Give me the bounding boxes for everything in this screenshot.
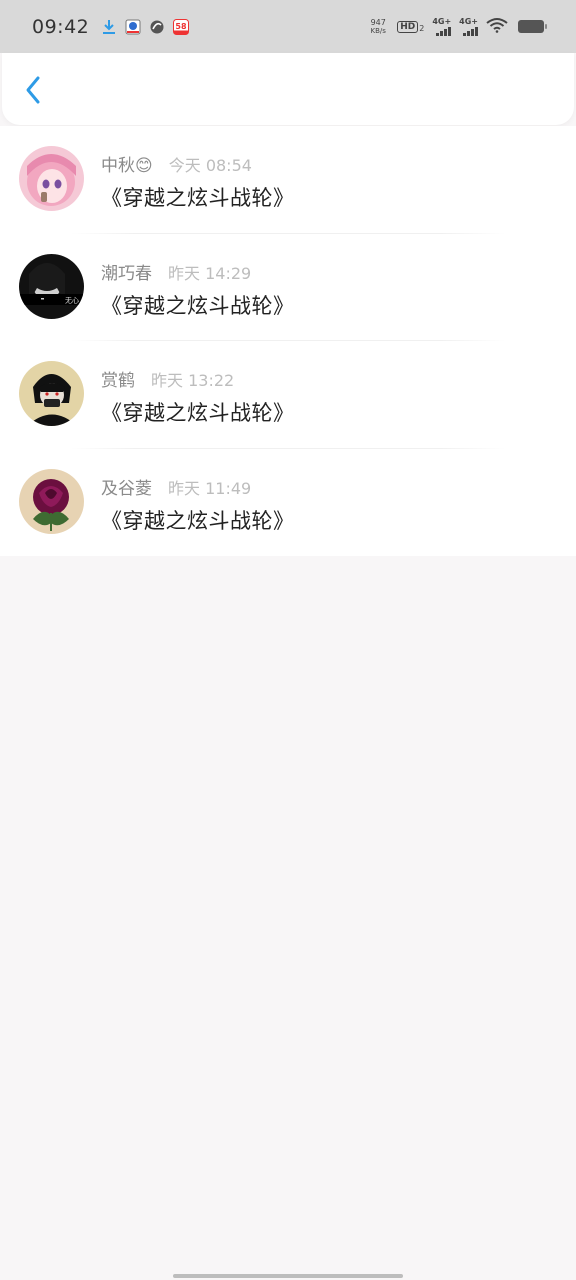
user-name: 及谷菱 [101,478,152,499]
sync-icon [149,19,165,35]
user-name: 潮巧春 [101,263,152,284]
avatar-caption: 无心 [65,296,79,304]
message-text: 《穿越之炫斗战轮》 [101,186,295,210]
hd-badge: HD [397,20,419,33]
signal-1-icon: 4G+ [432,16,452,36]
signal-2-icon: 4G+ [459,16,478,36]
hd-icon: HD 2 [397,20,425,33]
avatar[interactable] [19,146,84,211]
post-time: 今天 08:54 [168,156,252,175]
status-right: 947 KB/s HD 2 4G+ 4G+ [367,16,547,37]
user-name: 赏鹤 [101,371,135,391]
battery-icon [518,20,547,33]
net-speed-unit: KB/s [370,26,386,35]
avatar[interactable] [19,361,84,426]
status-time: 09:42 [32,15,90,38]
message-text: 《穿越之炫斗战轮》 [101,508,295,533]
notification-icons: 58 [101,18,190,35]
hd-sub: 2 [419,23,425,33]
back-button[interactable] [16,73,50,107]
list-item[interactable]: 中秋😊 今天 08:54 《穿越之炫斗战轮》 [0,126,576,234]
svg-text:58: 58 [176,22,188,31]
home-indicator[interactable] [173,1274,403,1278]
post-time: 昨天 11:49 [168,478,252,498]
user-name: 中秋😊 [101,156,153,176]
header-bar [2,53,574,125]
signal-2-label: 4G+ [459,16,478,26]
avatar[interactable] [19,468,84,534]
chevron-left-icon [26,76,40,104]
list-item[interactable]: 无心 潮巧春 昨天 14:29 《穿越之炫斗战轮》 [0,234,576,342]
list-item[interactable]: 及谷菱 昨天 11:49 《穿越之炫斗战轮》 [0,449,576,557]
net-speed: 947 KB/s [367,17,389,35]
download-icon [101,19,117,35]
post-time: 昨天 13:22 [151,371,235,390]
signal-1-label: 4G+ [432,16,452,26]
message-text: 《穿越之炫斗战轮》 [101,401,295,425]
status-bar: 09:42 58 947 KB/s HD 2 4G+ 4G+ [0,0,576,53]
message-text: 《穿越之炫斗战轮》 [101,293,295,318]
message-list: 中秋😊 今天 08:54 《穿越之炫斗战轮》 无心 潮巧春 昨天 14:29 《… [0,126,576,556]
app58-icon: 58 [173,18,190,35]
avatar[interactable]: 无心 [19,253,84,319]
wifi-icon [486,17,508,37]
post-time: 昨天 14:29 [168,263,252,283]
list-item[interactable]: 赏鹤 昨天 13:22 《穿越之炫斗战轮》 [0,341,576,449]
net-speed-value: 947 [370,17,386,27]
app-notification-icon [125,19,141,35]
